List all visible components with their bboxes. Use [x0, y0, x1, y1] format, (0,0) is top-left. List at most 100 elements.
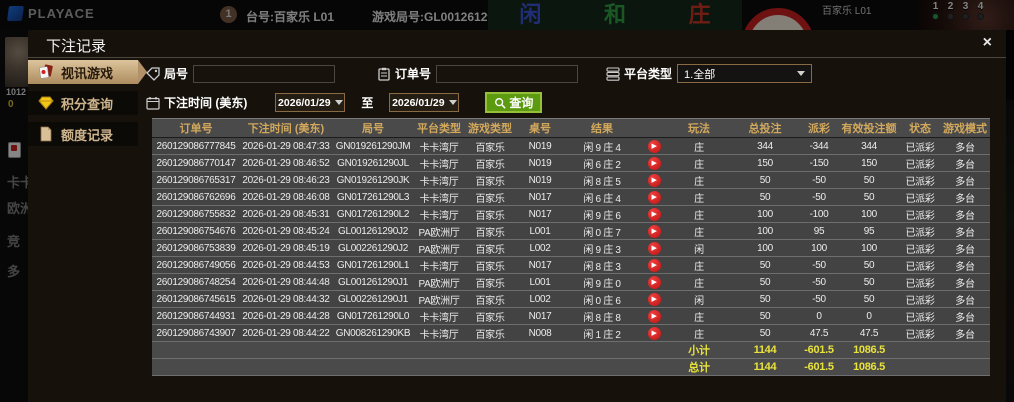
cell-status: 已派彩: [900, 171, 940, 189]
header-status: 状态: [900, 118, 940, 138]
cell-replay: ▶: [640, 256, 668, 274]
cell-order: 260129086749056: [152, 256, 240, 274]
cell-platform: 卡卡湾厅: [414, 324, 464, 342]
platform-select[interactable]: 1.全部: [677, 64, 813, 83]
table-row: 260129086770147 2026-01-29 08:46:52 GN0192…: [152, 154, 990, 172]
cell-time: 2026-01-29 08:44:22: [240, 324, 332, 342]
cell-payout: 100: [800, 239, 838, 257]
cell-game: 百家乐: [464, 239, 516, 257]
cell-time: 2026-01-29 08:44:53: [240, 256, 332, 274]
sum-label: 总计: [668, 358, 730, 376]
sidebar-item-credit-records[interactable]: 额度记录: [28, 122, 138, 146]
cell-platform: PA欧洲厅: [414, 222, 464, 240]
cell-result: 闲 9 庄 3: [564, 239, 640, 257]
replay-button[interactable]: ▶: [647, 241, 661, 255]
cell-round: GN019261290JL: [332, 154, 414, 172]
cell-valid-bet: 50: [838, 273, 900, 291]
cell-time: 2026-01-29 08:47:33: [240, 137, 332, 155]
date-to-value: 2026/01/29: [392, 96, 445, 109]
cards-icon: [39, 64, 53, 79]
close-icon[interactable]: ×: [983, 34, 992, 52]
subtotal-row: 小计 1144 -601.5 1086.5: [152, 341, 990, 359]
cell-platform: 卡卡湾厅: [414, 154, 464, 172]
cell-time: 2026-01-29 08:46:23: [240, 171, 332, 189]
cell-bet-on: 庄: [668, 154, 730, 172]
date-from-picker[interactable]: 2026/01/29: [275, 93, 346, 112]
bet-time-label: 下注时间 (美东): [164, 96, 248, 110]
cell-valid-bet: 95: [838, 222, 900, 240]
round-input[interactable]: [193, 64, 336, 83]
cell-replay: ▶: [640, 307, 668, 325]
cell-total-bet: 100: [730, 205, 800, 223]
cell-platform: 卡卡湾厅: [414, 205, 464, 223]
cell-order: 260129086754676: [152, 222, 240, 240]
cell-order: 260129086744931: [152, 307, 240, 325]
cell-order: 260129086743907: [152, 324, 240, 342]
replay-button[interactable]: ▶: [647, 207, 661, 221]
cell-total-bet: 50: [730, 290, 800, 308]
replay-button[interactable]: ▶: [647, 326, 661, 340]
replay-button[interactable]: ▶: [647, 224, 661, 238]
cell-table: N008: [516, 324, 564, 342]
cell-replay: ▶: [640, 171, 668, 189]
cell-bet-on: 庄: [668, 256, 730, 274]
cell-table: N019: [516, 154, 564, 172]
table-row: 260129086755832 2026-01-29 08:45:31 GN0172…: [152, 205, 990, 223]
sum-payout: -601.5: [800, 358, 838, 376]
header-total-bet: 总投注: [730, 118, 800, 138]
cell-total-bet: 50: [730, 171, 800, 189]
platform-select-value: 1.全部: [684, 68, 716, 81]
cell-replay: ▶: [640, 273, 668, 291]
search-button[interactable]: 查询: [485, 92, 543, 113]
table-cell: [900, 341, 990, 359]
date-from-value: 2026/01/29: [278, 96, 331, 109]
cell-order: 260129086753839: [152, 239, 240, 257]
bet-records-table: 订单号 下注时间 (美东) 局号 平台类型 游戏类型 桌号 结果 玩法 总投注 …: [152, 118, 990, 376]
cell-result: 闲 9 庄 4: [564, 137, 640, 155]
replay-button[interactable]: ▶: [647, 190, 661, 204]
calendar-icon: [146, 96, 160, 110]
replay-button[interactable]: ▶: [647, 173, 661, 187]
table-row: 260129086762696 2026-01-29 08:46:08 GN0172…: [152, 188, 990, 206]
cell-game: 百家乐: [464, 205, 516, 223]
order-input[interactable]: [436, 64, 579, 83]
replay-button[interactable]: ▶: [647, 309, 661, 323]
cell-payout: -150: [800, 154, 838, 172]
cell-order: 260129086748254: [152, 273, 240, 291]
table-row: 260129086745615 2026-01-29 08:44:32 GL0022…: [152, 290, 990, 308]
sidebar-item-video-games[interactable]: 视讯游戏: [28, 60, 147, 84]
replay-button[interactable]: ▶: [647, 156, 661, 170]
tag-icon: [146, 66, 160, 81]
cell-replay: ▶: [640, 239, 668, 257]
replay-button[interactable]: ▶: [647, 139, 661, 153]
cell-result: 闲 8 庄 3: [564, 256, 640, 274]
cell-payout: -50: [800, 188, 838, 206]
replay-button[interactable]: ▶: [647, 275, 661, 289]
cell-mode: 多台: [940, 324, 990, 342]
cell-game: 百家乐: [464, 290, 516, 308]
replay-button[interactable]: ▶: [647, 292, 661, 306]
filter-row-1: 局号 订单号 平台类型 1.全部: [146, 64, 813, 83]
cell-payout: -50: [800, 290, 838, 308]
cell-time: 2026-01-29 08:44:48: [240, 273, 332, 291]
date-to-picker[interactable]: 2026/01/29: [389, 93, 460, 112]
cell-bet-on: 闲: [668, 290, 730, 308]
cell-mode: 多台: [940, 307, 990, 325]
cell-mode: 多台: [940, 137, 990, 155]
cell-mode: 多台: [940, 154, 990, 172]
sidebar-item-points-query[interactable]: 积分查询: [28, 91, 138, 115]
cell-status: 已派彩: [900, 256, 940, 274]
cell-platform: 卡卡湾厅: [414, 307, 464, 325]
cell-valid-bet: 100: [838, 239, 900, 257]
cell-game: 百家乐: [464, 188, 516, 206]
table-cell: [152, 358, 668, 376]
cell-order: 260129086765317: [152, 171, 240, 189]
table-row: 260129086744931 2026-01-29 08:44:28 GN0172…: [152, 307, 990, 325]
cell-result: 闲 8 庄 8: [564, 307, 640, 325]
cell-platform: 卡卡湾厅: [414, 137, 464, 155]
header-mode: 游戏模式: [940, 118, 990, 138]
cell-table: N019: [516, 171, 564, 189]
replay-button[interactable]: ▶: [647, 258, 661, 272]
bet-records-modal: 下注记录 × 视讯游戏 积分查询 额度记录 局号 订单号 平台类型 1.全部 下…: [28, 30, 1006, 402]
cell-status: 已派彩: [900, 239, 940, 257]
